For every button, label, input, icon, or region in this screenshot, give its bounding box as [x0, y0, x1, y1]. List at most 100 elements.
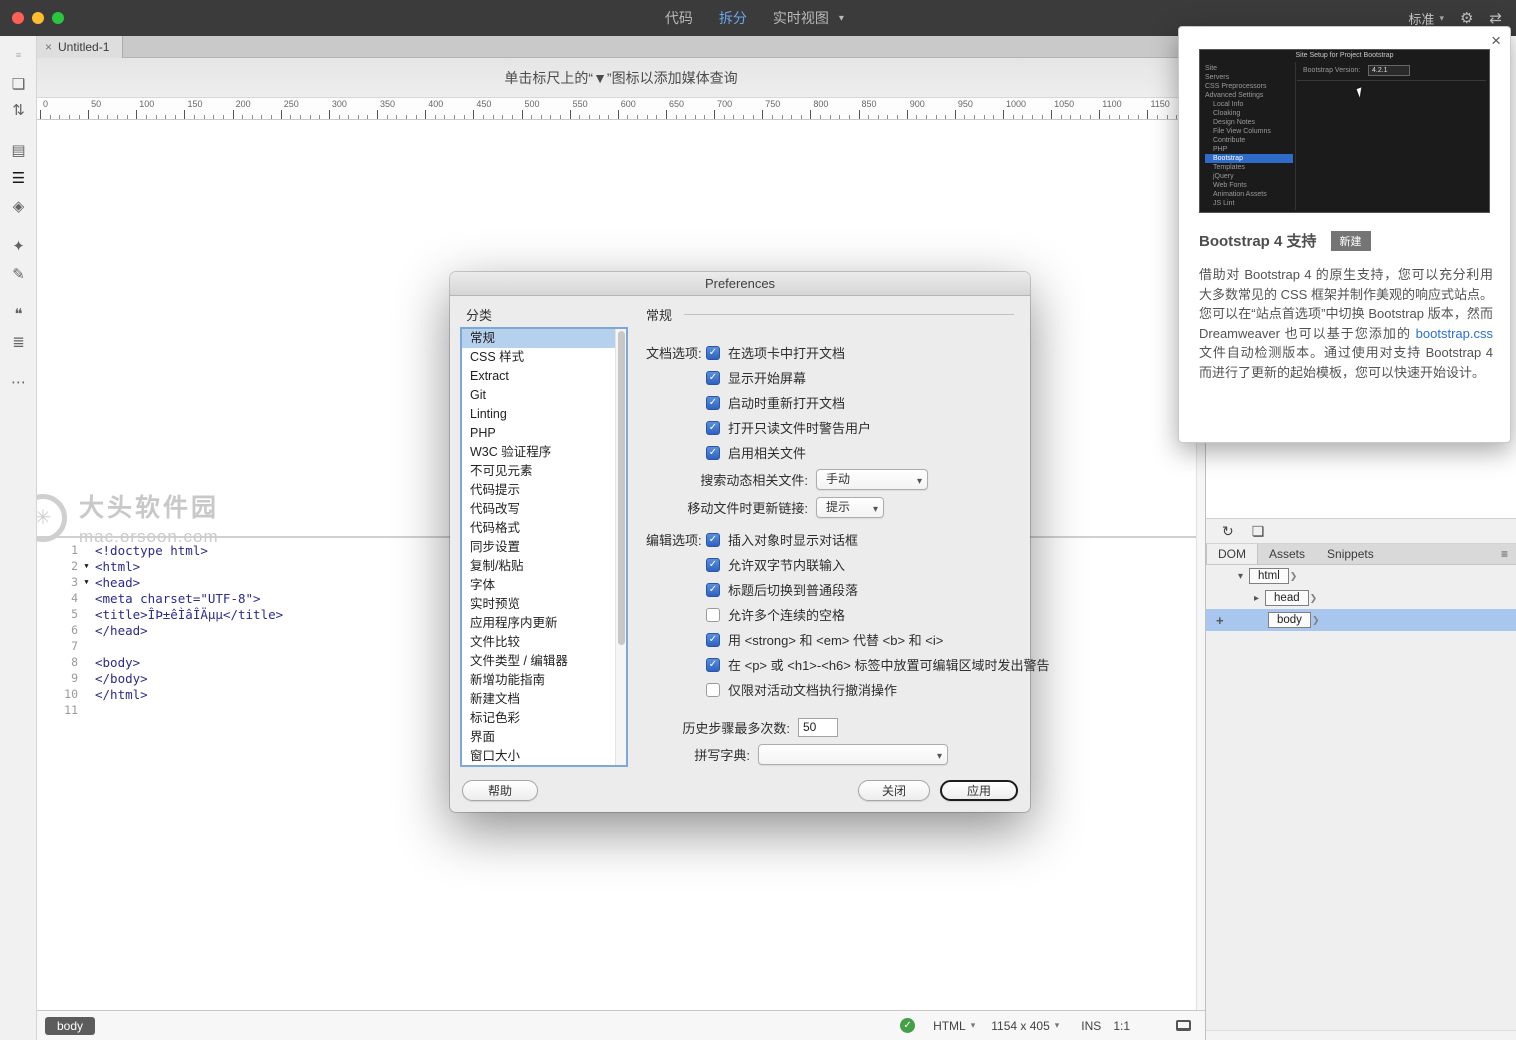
code-line-text[interactable]: <body>	[95, 655, 140, 670]
checkbox[interactable]: ✓	[706, 532, 720, 547]
live-preview-icon[interactable]: ▤	[0, 140, 37, 162]
effects-icon[interactable]: ✦	[0, 236, 37, 258]
panel-tab-assets[interactable]: Assets	[1258, 544, 1316, 564]
gear-icon[interactable]: ⚙	[1460, 9, 1473, 27]
category-item[interactable]: 代码改写	[462, 500, 626, 519]
panel-tab-dom[interactable]: DOM	[1206, 544, 1258, 564]
panel-tab-snippets[interactable]: Snippets	[1316, 544, 1385, 564]
code-line-text[interactable]: <!doctype html>	[95, 543, 208, 558]
chevron-down-icon[interactable]: ▾	[1238, 571, 1243, 582]
apply-button[interactable]: 应用	[940, 780, 1018, 801]
category-item[interactable]: 窗口大小	[462, 747, 626, 765]
panel-menu-icon[interactable]: ≡	[1501, 544, 1516, 564]
window-size-dropdown[interactable]: 1154 x 405 ▾	[991, 1019, 1059, 1033]
category-item[interactable]: 标记色彩	[462, 709, 626, 728]
checkbox[interactable]: ✓	[706, 632, 720, 647]
checkbox[interactable]: ✓	[706, 582, 720, 597]
minimize-window-button[interactable]	[32, 12, 44, 24]
category-item[interactable]: 代码格式	[462, 519, 626, 538]
category-item[interactable]: 应用程序内更新	[462, 614, 626, 633]
edit-icon[interactable]: ✎	[0, 264, 37, 286]
checkbox[interactable]: ✓	[706, 445, 720, 460]
category-item[interactable]: Extract	[462, 367, 626, 386]
category-item[interactable]: 实时预览	[462, 595, 626, 614]
doctype-dropdown[interactable]: HTML ▾	[933, 1019, 975, 1033]
view-mode-live[interactable]: 实时视图	[773, 8, 829, 28]
category-item[interactable]: 文件类型 / 编辑器	[462, 652, 626, 671]
category-item[interactable]: CSS 样式	[462, 348, 626, 367]
category-list-scrollbar[interactable]	[615, 329, 626, 765]
lint-ok-icon[interactable]: ✓	[900, 1018, 916, 1033]
outline-icon[interactable]: ☰	[0, 168, 37, 190]
close-button[interactable]: 关闭	[858, 780, 930, 801]
checkbox[interactable]: ✓	[706, 395, 720, 410]
checkbox[interactable]: ✓	[706, 420, 720, 435]
sync-settings-icon[interactable]: ⇄	[1489, 9, 1502, 27]
code-line-text[interactable]: <head>	[95, 575, 140, 590]
dom-tree-row[interactable]: + body ❯	[1206, 609, 1516, 631]
category-item[interactable]: 同步设置	[462, 538, 626, 557]
dialog-title-bar[interactable]: Preferences	[450, 272, 1030, 296]
dom-tag-html[interactable]: html	[1249, 568, 1289, 584]
view-mode-split[interactable]: 拆分	[719, 8, 747, 28]
add-element-button[interactable]: +	[1216, 613, 1224, 628]
tag-selector-body[interactable]: body	[45, 1016, 96, 1035]
fold-triangle-icon[interactable]: ▼	[78, 578, 95, 586]
comments-icon[interactable]: ❝	[0, 304, 37, 326]
fold-triangle-icon[interactable]: ▼	[78, 562, 95, 570]
code-line-text[interactable]: </body>	[95, 671, 148, 686]
checkbox[interactable]	[706, 682, 720, 697]
checklist-icon[interactable]: ≣	[0, 332, 37, 354]
code-line-text[interactable]: <meta charset="UTF-8">	[95, 591, 261, 606]
bootstrap-css-link[interactable]: bootstrap.css	[1416, 326, 1493, 341]
category-item[interactable]: 常规	[462, 329, 626, 348]
category-item[interactable]: W3C 验证程序	[462, 443, 626, 462]
code-line-text[interactable]: <title>ÎÞ±êÌâÎÄµµ</title>	[95, 607, 283, 622]
close-icon[interactable]: ×	[1491, 32, 1501, 49]
checkbox[interactable]	[706, 607, 720, 622]
spelling-dictionary-dropdown[interactable]: ▾	[758, 743, 948, 765]
view-mode-code[interactable]: 代码	[665, 8, 693, 28]
category-item[interactable]: PHP	[462, 424, 626, 443]
chevron-right-icon[interactable]: ▸	[1254, 593, 1259, 604]
code-line-text[interactable]: <html>	[95, 559, 140, 574]
more-tools-icon[interactable]: ⋯	[0, 372, 37, 394]
related-files-dropdown[interactable]: 手动 ▾	[816, 468, 928, 490]
checkbox[interactable]: ✓	[706, 345, 720, 360]
category-item[interactable]: 文件比较	[462, 633, 626, 652]
category-item[interactable]: 新建文档	[462, 690, 626, 709]
horizontal-ruler[interactable]: 0 50 100 150 200 250 300 350 400 450 500 550 600 650 7…	[37, 98, 1205, 120]
scrollbar-thumb[interactable]	[618, 331, 625, 645]
refresh-icon[interactable]: ↻	[1222, 523, 1234, 540]
dom-tag-body[interactable]: body	[1268, 612, 1311, 628]
zoom-window-button[interactable]	[52, 12, 64, 24]
code-line-text[interactable]: </html>	[95, 687, 148, 702]
workspace-switcher[interactable]: 标准 ▾	[1408, 9, 1444, 28]
category-item[interactable]: 字体	[462, 576, 626, 595]
category-item[interactable]: 代码提示	[462, 481, 626, 500]
device-preview-icon[interactable]	[1176, 1020, 1191, 1031]
checkbox[interactable]: ✓	[706, 557, 720, 572]
help-button[interactable]: 帮助	[462, 780, 538, 801]
dom-tree-row[interactable]: ▸ head ❯	[1206, 587, 1516, 609]
close-window-button[interactable]	[12, 12, 24, 24]
code-line-text[interactable]: </head>	[95, 623, 148, 638]
document-tab[interactable]: × Untitled-1	[37, 36, 123, 58]
chevron-down-icon[interactable]: ▾	[839, 13, 844, 24]
media-query-bar[interactable]: 单击标尺上的“▼”图标以添加媒体查询	[37, 58, 1205, 98]
checkbox[interactable]: ✓	[706, 657, 720, 672]
move-files-dropdown[interactable]: 提示 ▾	[816, 496, 884, 518]
source-file-icon[interactable]: ❏	[1252, 523, 1265, 540]
category-item[interactable]: 不可见元素	[462, 462, 626, 481]
category-item[interactable]: 界面	[462, 728, 626, 747]
checkbox[interactable]: ✓	[706, 370, 720, 385]
dom-tree-row[interactable]: ▾ html ❯	[1206, 565, 1516, 587]
file-management-icon[interactable]: ⇅	[0, 100, 37, 122]
close-tab-icon[interactable]: ×	[45, 41, 52, 53]
category-item[interactable]: 新增功能指南	[462, 671, 626, 690]
dom-tag-head[interactable]: head	[1265, 590, 1309, 606]
extract-icon[interactable]: ◈	[0, 196, 37, 218]
horizontal-scrollbar[interactable]	[1206, 1030, 1516, 1040]
open-documents-icon[interactable]: ❏	[0, 74, 37, 96]
category-item[interactable]: Linting	[462, 405, 626, 424]
